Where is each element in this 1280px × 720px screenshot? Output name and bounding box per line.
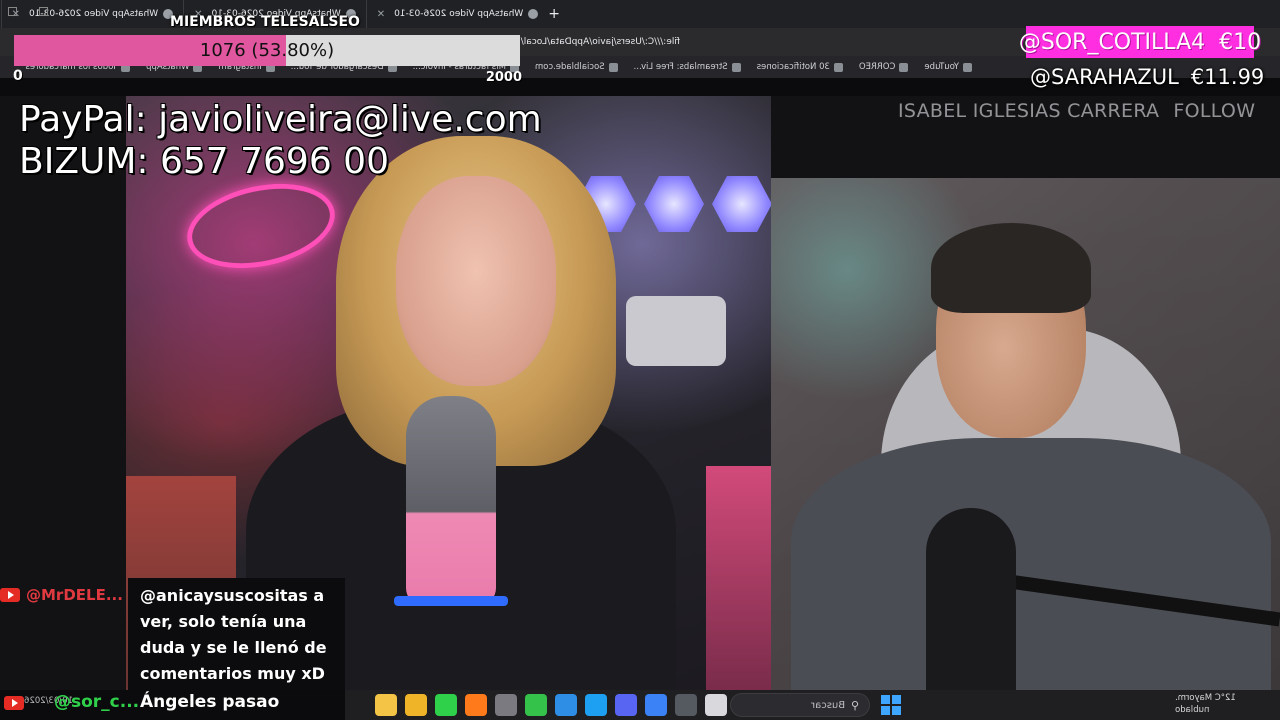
bookmark-label: YouTube xyxy=(924,62,959,72)
host-body xyxy=(791,438,1271,690)
browser-tab[interactable]: WhatsApp Video 2026-03-10 ✕ xyxy=(365,0,549,28)
youtube-icon xyxy=(4,696,24,710)
donation-user: @SARAHAZUL xyxy=(1030,65,1179,89)
bookmark-item[interactable]: YouTube xyxy=(916,62,980,72)
guest-face xyxy=(396,176,556,386)
files-icon[interactable] xyxy=(405,694,427,716)
bookmark-icon xyxy=(833,62,843,72)
bookmark-item[interactable]: Socialblade.com xyxy=(527,62,626,72)
mic-ring xyxy=(394,596,508,606)
obs-icon[interactable] xyxy=(675,694,697,716)
bizum-line: BIZUM: 657 7696 00 xyxy=(19,141,389,182)
taskbar-icons xyxy=(375,694,727,716)
host-microphone xyxy=(926,508,1016,690)
bookmark-label: 30 Notificaciones xyxy=(756,62,830,72)
whatsapp-icon[interactable] xyxy=(435,694,457,716)
edge-icon[interactable] xyxy=(555,694,577,716)
windows-start-icon[interactable] xyxy=(881,695,901,715)
explorer-icon[interactable] xyxy=(375,694,397,716)
donation-amount: €11.99 xyxy=(1190,65,1265,89)
chrome-icon xyxy=(528,9,539,19)
goal-max-label: 2000 xyxy=(485,70,522,85)
chat-message: @anicaysuscositas a ver, solo tenía una … xyxy=(140,586,327,683)
browser-tab[interactable]: WhatsApp Video 2026-03✕ xyxy=(0,0,1,28)
search-placeholder: Buscar xyxy=(810,699,845,711)
bookmark-label: Socialblade.com xyxy=(534,62,605,72)
chat-row: @MrDELE... xyxy=(0,586,123,604)
tab-title: WhatsApp Video 2026-03-10 xyxy=(394,9,524,19)
bookmark-label: Streamlabs: Free Liv... xyxy=(633,62,728,72)
goal-min-label: 0 xyxy=(13,68,23,84)
chat-overlay: @MrDELE... @anicaysuscositas a ver, solo… xyxy=(0,578,345,690)
donation-amount: €10 xyxy=(1219,29,1262,55)
weather-widget[interactable]: 12°C Mayorm. nublado xyxy=(1175,692,1265,716)
chat-username: @sor_c... xyxy=(54,692,140,712)
bookmark-item[interactable]: 30 Notificaciones xyxy=(749,62,851,72)
chrome-icon[interactable] xyxy=(585,694,607,716)
bookmark-icon xyxy=(963,62,972,72)
magazine-right xyxy=(706,466,771,690)
stream-name: ISABEL IGLESIAS CARRERA xyxy=(898,100,1160,122)
goal-progress-bar: 1076 (53.80%) xyxy=(14,35,520,66)
bookmark-icon xyxy=(731,62,741,72)
youtube-icon xyxy=(0,588,20,602)
youtube-plaque xyxy=(626,296,726,366)
chat-row-2: 10/03/2026 @sor_c... Ángeles pasao xyxy=(0,690,345,720)
paypal-line: PayPal: javioliveira@live.com xyxy=(19,99,542,140)
camtasia-icon[interactable] xyxy=(525,694,547,716)
chat-username: @MrDELE... xyxy=(26,586,123,604)
bookmark-item[interactable]: Streamlabs: Free Liv... xyxy=(626,62,749,72)
donation-alert-2: @SARAHAZUL €11.99 xyxy=(1030,62,1264,92)
stream-overlay: + WhatsApp Video 2026-03-10 ✕ WhatsApp Vide… xyxy=(0,0,1280,720)
goal-progress-text: 1076 (53.80%) xyxy=(199,40,335,61)
bookmark-icon xyxy=(608,62,618,72)
mail-icon[interactable] xyxy=(645,694,667,716)
search-icon: ⚲ xyxy=(850,698,859,712)
recorder-icon[interactable] xyxy=(495,694,517,716)
goal-title: MIEMBROS TELESALSEO xyxy=(170,14,360,30)
donation-user: @SOR_COTILLA4 xyxy=(1018,29,1206,55)
guest-microphone xyxy=(406,396,496,606)
payment-info: PayPal: javioliveira@live.com BIZUM: 657… xyxy=(19,99,542,183)
bookmark-item[interactable]: CORREO xyxy=(851,62,917,72)
new-tab-button[interactable]: + xyxy=(548,6,560,22)
host-hair xyxy=(931,223,1091,313)
notes-icon[interactable] xyxy=(705,694,727,716)
bookmark-label: CORREO xyxy=(858,62,896,72)
chat-message-box: @anicaysuscositas a ver, solo tenía una … xyxy=(128,578,345,690)
tab-title: WhatsApp Video 2026-03-10 xyxy=(28,9,159,19)
donation-alert-1: @SOR_COTILLA4 €10 xyxy=(1019,26,1261,58)
bookmark-icon xyxy=(899,62,909,72)
chat-message: Ángeles pasao xyxy=(140,692,280,712)
firefox-icon[interactable] xyxy=(465,694,487,716)
taskbar-search[interactable]: Buscar ⚲ xyxy=(730,693,870,717)
window-controls[interactable] xyxy=(8,7,48,16)
stream-name-banner: ISABEL IGLESIAS CARRERA FOLLOW xyxy=(898,100,1255,122)
follow-label: FOLLOW xyxy=(1173,100,1256,122)
windows-taskbar: Buscar ⚲ 12°C Mayorm. nublado xyxy=(345,690,1280,720)
discord-icon[interactable] xyxy=(615,694,637,716)
host-webcam xyxy=(771,178,1280,690)
